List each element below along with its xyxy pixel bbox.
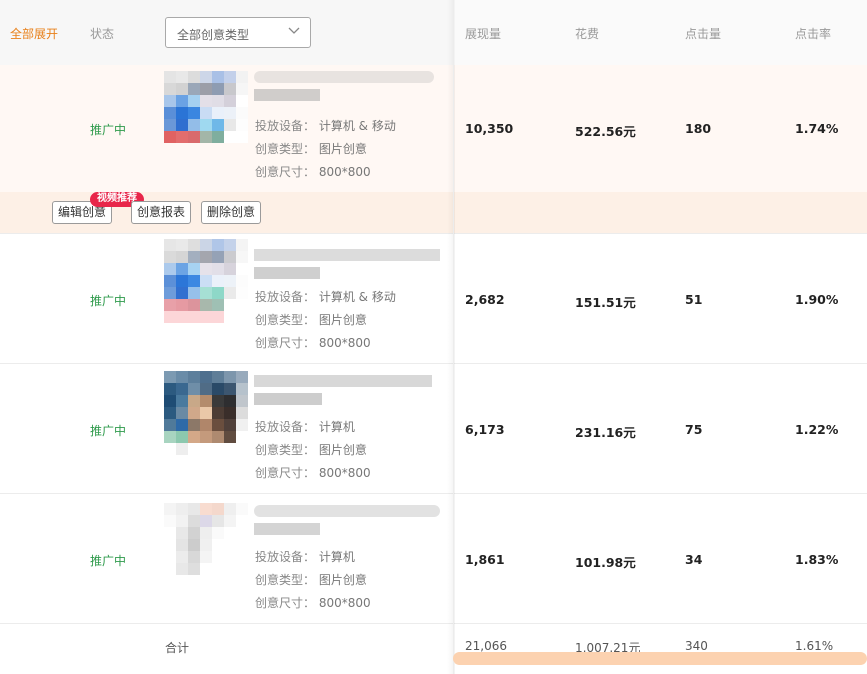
impressions-value: 6,173	[465, 422, 505, 437]
device-meta: 投放设备： 计算机 & 移动	[255, 119, 396, 133]
totals-ctr: 1.61%	[795, 639, 834, 653]
table-row: 推广中 投放设备： 计算机 & 移动 创意类型： 图片创意 创意尺寸： 800*…	[0, 65, 453, 192]
header-cost[interactable]: 花费	[575, 27, 599, 41]
creative-thumbnail[interactable]	[164, 371, 248, 455]
creative-thumbnail[interactable]	[164, 503, 248, 587]
row-separator	[0, 623, 867, 624]
totals-clicks: 340	[685, 639, 708, 653]
size-meta: 创意尺寸： 800*800	[255, 596, 371, 610]
status-text: 推广中	[90, 294, 127, 308]
totals-impressions: 21,066	[465, 639, 507, 653]
ctr-value: 1.74%	[795, 121, 839, 136]
ctr-value: 1.22%	[795, 422, 839, 437]
device-meta: 投放设备： 计算机	[255, 550, 355, 564]
cost-value: 231.16元	[575, 425, 636, 440]
impressions-value: 2,682	[465, 292, 505, 307]
cost-value: 101.98元	[575, 555, 636, 570]
expand-all-link[interactable]: 全部展开	[10, 27, 58, 41]
header-clicks[interactable]: 点击量	[685, 27, 721, 41]
ctr-value: 1.90%	[795, 292, 839, 307]
type-meta: 创意类型： 图片创意	[255, 313, 367, 327]
table-row: 推广中 投放设备： 计算机 & 移动 创意类型： 图片创意 创意尺寸： 800*…	[0, 233, 453, 363]
type-meta: 创意类型： 图片创意	[255, 443, 367, 457]
table-row: 推广中 投放设备： 计算机 创意类型： 图片创意 创意尺寸： 800*800	[0, 493, 453, 623]
status-text: 推广中	[90, 123, 127, 137]
clicks-value: 51	[685, 292, 703, 307]
creative-report-button[interactable]: 创意报表	[131, 201, 192, 224]
impressions-value: 1,861	[465, 552, 505, 567]
creative-type-select[interactable]: 全部创意类型	[165, 17, 311, 48]
impressions-value: 10,350	[465, 121, 514, 136]
status-text: 推广中	[90, 424, 127, 438]
creative-type-select-value: 全部创意类型	[177, 28, 250, 42]
status-text: 推广中	[90, 554, 127, 568]
creative-thumbnail[interactable]	[164, 71, 248, 155]
cost-value: 522.56元	[575, 124, 636, 139]
chevron-down-icon	[288, 27, 300, 34]
size-meta: 创意尺寸： 800*800	[255, 466, 371, 480]
type-meta: 创意类型： 图片创意	[255, 573, 367, 587]
creative-title-blurred	[254, 505, 440, 545]
ctr-value: 1.83%	[795, 552, 839, 567]
device-meta: 投放设备： 计算机	[255, 420, 355, 434]
clicks-value: 75	[685, 422, 703, 437]
header-status: 状态	[90, 27, 115, 41]
table-row: 推广中 投放设备： 计算机 创意类型： 图片创意 创意尺寸： 800*800	[0, 363, 453, 493]
type-meta: 创意类型： 图片创意	[255, 142, 367, 156]
totals-label: 合计	[165, 641, 190, 655]
creative-thumbnail[interactable]	[164, 239, 248, 323]
fixed-column-divider	[453, 0, 454, 674]
horizontal-scrollbar[interactable]	[453, 652, 867, 665]
size-meta: 创意尺寸： 800*800	[255, 336, 371, 350]
cost-value: 151.51元	[575, 295, 636, 310]
clicks-value: 180	[685, 121, 712, 136]
header-impressions[interactable]: 展现量	[465, 27, 501, 41]
delete-creative-button[interactable]: 删除创意	[201, 201, 262, 224]
device-meta: 投放设备： 计算机 & 移动	[255, 290, 396, 304]
clicks-value: 34	[685, 552, 703, 567]
creative-title-blurred	[254, 249, 440, 289]
size-meta: 创意尺寸： 800*800	[255, 165, 371, 179]
header-ctr[interactable]: 点击率	[795, 27, 831, 41]
creative-title-blurred	[254, 375, 434, 415]
creative-title-blurred	[254, 71, 440, 111]
